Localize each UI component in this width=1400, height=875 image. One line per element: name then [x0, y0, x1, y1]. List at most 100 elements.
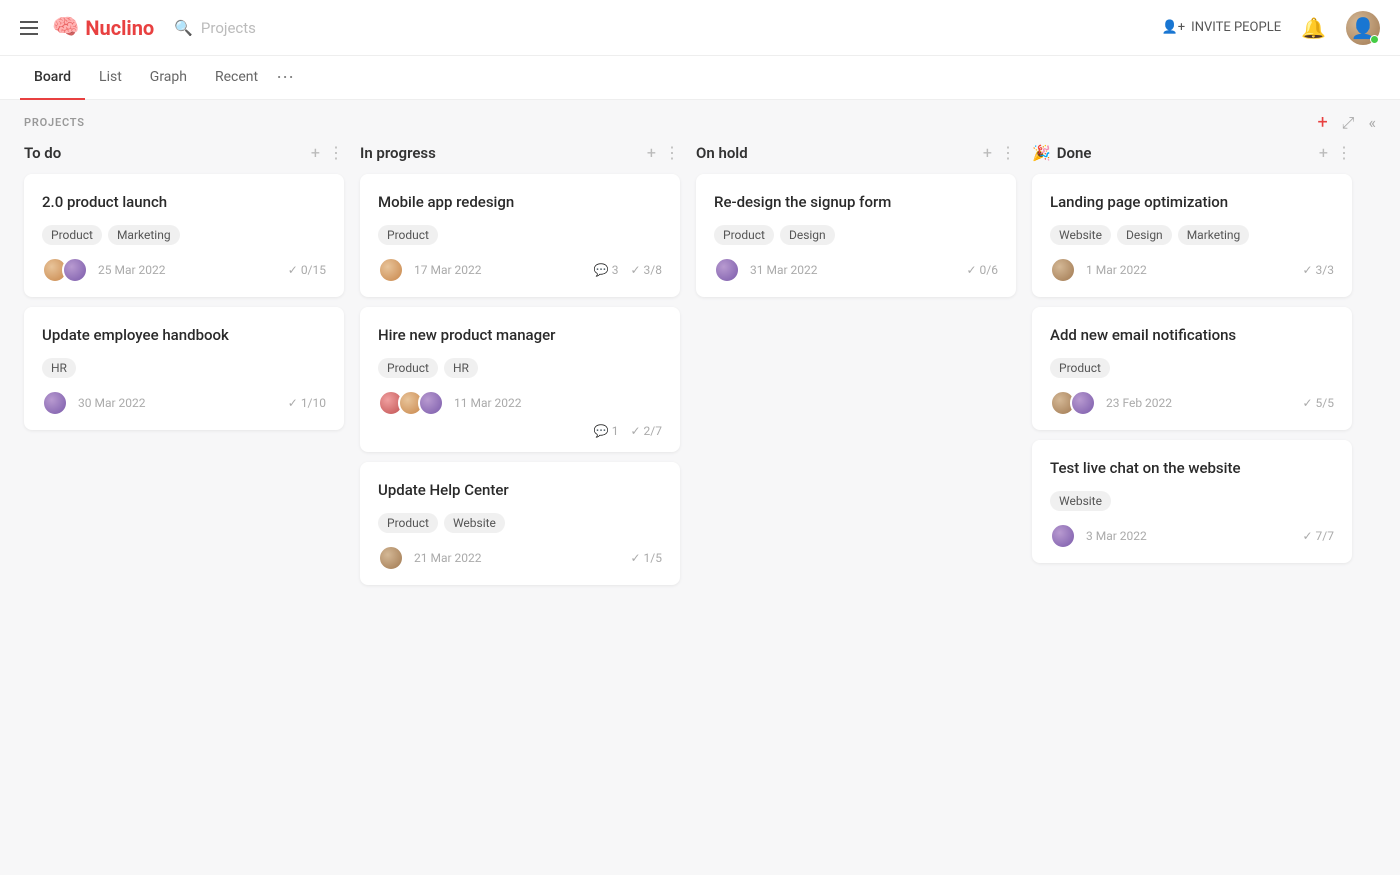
- card-check: ✓ 7/7: [1303, 529, 1334, 543]
- avatar: [1050, 257, 1076, 283]
- col-add-done[interactable]: +: [1319, 143, 1328, 162]
- card-check: ✓ 1/5: [631, 551, 662, 565]
- card-left: 17 Mar 2022: [378, 257, 482, 283]
- card-employee-handbook[interactable]: Update employee handbook HR 30 Mar 2022 …: [24, 307, 344, 430]
- col-menu-todo[interactable]: ⋮: [328, 143, 344, 162]
- logo-icon: 🧠: [52, 15, 79, 40]
- col-menu-on-hold[interactable]: ⋮: [1000, 143, 1016, 162]
- column-in-progress: In progress + ⋮ Mobile app redesign Prod…: [360, 143, 680, 595]
- card-footer: 1 Mar 2022 ✓ 3/3: [1050, 257, 1334, 283]
- avatar: [418, 390, 444, 416]
- add-project-button[interactable]: +: [1317, 112, 1327, 133]
- tab-board[interactable]: Board: [20, 56, 85, 100]
- invite-button[interactable]: 👤+ INVITE PEOPLE: [1162, 20, 1282, 35]
- done-emoji: 🎉: [1032, 144, 1051, 162]
- tab-recent[interactable]: Recent: [201, 56, 272, 100]
- col-header-in-progress: In progress + ⋮: [360, 143, 680, 162]
- notifications-button[interactable]: 🔔: [1301, 16, 1326, 40]
- avatar: [1070, 390, 1096, 416]
- col-add-on-hold[interactable]: +: [983, 143, 992, 162]
- card-help-center[interactable]: Update Help Center Product Website 21 Ma…: [360, 462, 680, 585]
- card-tags: Product Website: [378, 513, 662, 533]
- col-menu-in-progress[interactable]: ⋮: [664, 143, 680, 162]
- tag-hr: HR: [42, 358, 76, 378]
- card-mobile-redesign[interactable]: Mobile app redesign Product 17 Mar 2022 …: [360, 174, 680, 297]
- card-date: 23 Feb 2022: [1106, 396, 1172, 410]
- tab-more-button[interactable]: ⋯: [276, 67, 294, 88]
- card-footer: 25 Mar 2022 ✓ 0/15: [42, 257, 326, 283]
- tag-website: Website: [1050, 225, 1111, 245]
- card-check: ✓ 3/3: [1303, 263, 1334, 277]
- card-left: 30 Mar 2022: [42, 390, 146, 416]
- avatar: [378, 257, 404, 283]
- card-tags: Website: [1050, 491, 1334, 511]
- card-date: 25 Mar 2022: [98, 263, 166, 277]
- card-left: 25 Mar 2022: [42, 257, 166, 283]
- tag-marketing: Marketing: [1178, 225, 1250, 245]
- user-avatar-wrap: 👤: [1346, 11, 1380, 45]
- card-landing-page[interactable]: Landing page optimization Website Design…: [1032, 174, 1352, 297]
- avatar: [42, 390, 68, 416]
- card-tags: Product Marketing: [42, 225, 326, 245]
- expand-button[interactable]: ⤢: [1342, 113, 1355, 133]
- col-header-todo: To do + ⋮: [24, 143, 344, 162]
- card-footer: 31 Mar 2022 ✓ 0/6: [714, 257, 998, 283]
- tab-graph[interactable]: Graph: [136, 56, 201, 100]
- col-title-todo: To do: [24, 144, 303, 162]
- card-left: 31 Mar 2022: [714, 257, 818, 283]
- col-add-in-progress[interactable]: +: [647, 143, 656, 162]
- tag-website: Website: [1050, 491, 1111, 511]
- col-menu-done[interactable]: ⋮: [1336, 143, 1352, 162]
- card-tags: Product Design: [714, 225, 998, 245]
- invite-icon: 👤+: [1162, 20, 1186, 35]
- card-live-chat[interactable]: Test live chat on the website Website 3 …: [1032, 440, 1352, 563]
- collapse-button[interactable]: «: [1368, 113, 1376, 132]
- card-footer: 21 Mar 2022 ✓ 1/5: [378, 545, 662, 571]
- card-check: ✓ 3/8: [631, 263, 662, 277]
- top-nav: 🧠 Nuclino 🔍 Projects 👤+ INVITE PEOPLE 🔔 …: [0, 0, 1400, 56]
- card-check: ✓ 0/6: [967, 263, 998, 277]
- col-header-on-hold: On hold + ⋮: [696, 143, 1016, 162]
- col-add-todo[interactable]: +: [311, 143, 320, 162]
- card-left: 1 Mar 2022: [1050, 257, 1147, 283]
- card-hire-manager[interactable]: Hire new product manager Product HR 11 M…: [360, 307, 680, 452]
- tag-product: Product: [378, 358, 438, 378]
- card-avatars: [42, 257, 88, 283]
- card-left: 3 Mar 2022: [1050, 523, 1147, 549]
- avatar: [62, 257, 88, 283]
- card-product-launch[interactable]: 2.0 product launch Product Marketing 25 …: [24, 174, 344, 297]
- card-footer: 💬 1 ✓ 2/7: [378, 424, 662, 438]
- hamburger-button[interactable]: [20, 21, 38, 35]
- tabs-bar: Board List Graph Recent ⋯: [0, 56, 1400, 100]
- tag-product: Product: [42, 225, 102, 245]
- tag-website: Website: [444, 513, 505, 533]
- card-tags: Product: [378, 225, 662, 245]
- card-email-notif[interactable]: Add new email notifications Product 23 F…: [1032, 307, 1352, 430]
- card-avatars: [714, 257, 740, 283]
- tag-product: Product: [1050, 358, 1110, 378]
- avatar: [714, 257, 740, 283]
- board-header-actions: + ⤢ «: [1317, 112, 1376, 133]
- card-footer: 17 Mar 2022 💬 3 ✓ 3/8: [378, 257, 662, 283]
- card-title: 2.0 product launch: [42, 192, 326, 213]
- search-placeholder[interactable]: Projects: [201, 19, 256, 37]
- card-title: Hire new product manager: [378, 325, 662, 346]
- avatar: [378, 545, 404, 571]
- card-avatars: [1050, 523, 1076, 549]
- card-avatars: [42, 390, 68, 416]
- tab-list[interactable]: List: [85, 56, 136, 100]
- tag-product: Product: [378, 225, 438, 245]
- card-check: ✓ 1/10: [288, 396, 326, 410]
- board-header: PROJECTS + ⤢ «: [0, 100, 1400, 143]
- card-signup-form[interactable]: Re-design the signup form Product Design…: [696, 174, 1016, 297]
- card-date: 1 Mar 2022: [1086, 263, 1147, 277]
- logo[interactable]: 🧠 Nuclino: [52, 15, 154, 40]
- card-comments: 💬 1: [594, 424, 619, 438]
- card-date: 31 Mar 2022: [750, 263, 818, 277]
- card-check: ✓ 0/15: [288, 263, 326, 277]
- card-tags: Product HR: [378, 358, 662, 378]
- card-date: 3 Mar 2022: [1086, 529, 1147, 543]
- card-date: 11 Mar 2022: [454, 396, 522, 410]
- card-tags: Website Design Marketing: [1050, 225, 1334, 245]
- card-avatars: [1050, 257, 1076, 283]
